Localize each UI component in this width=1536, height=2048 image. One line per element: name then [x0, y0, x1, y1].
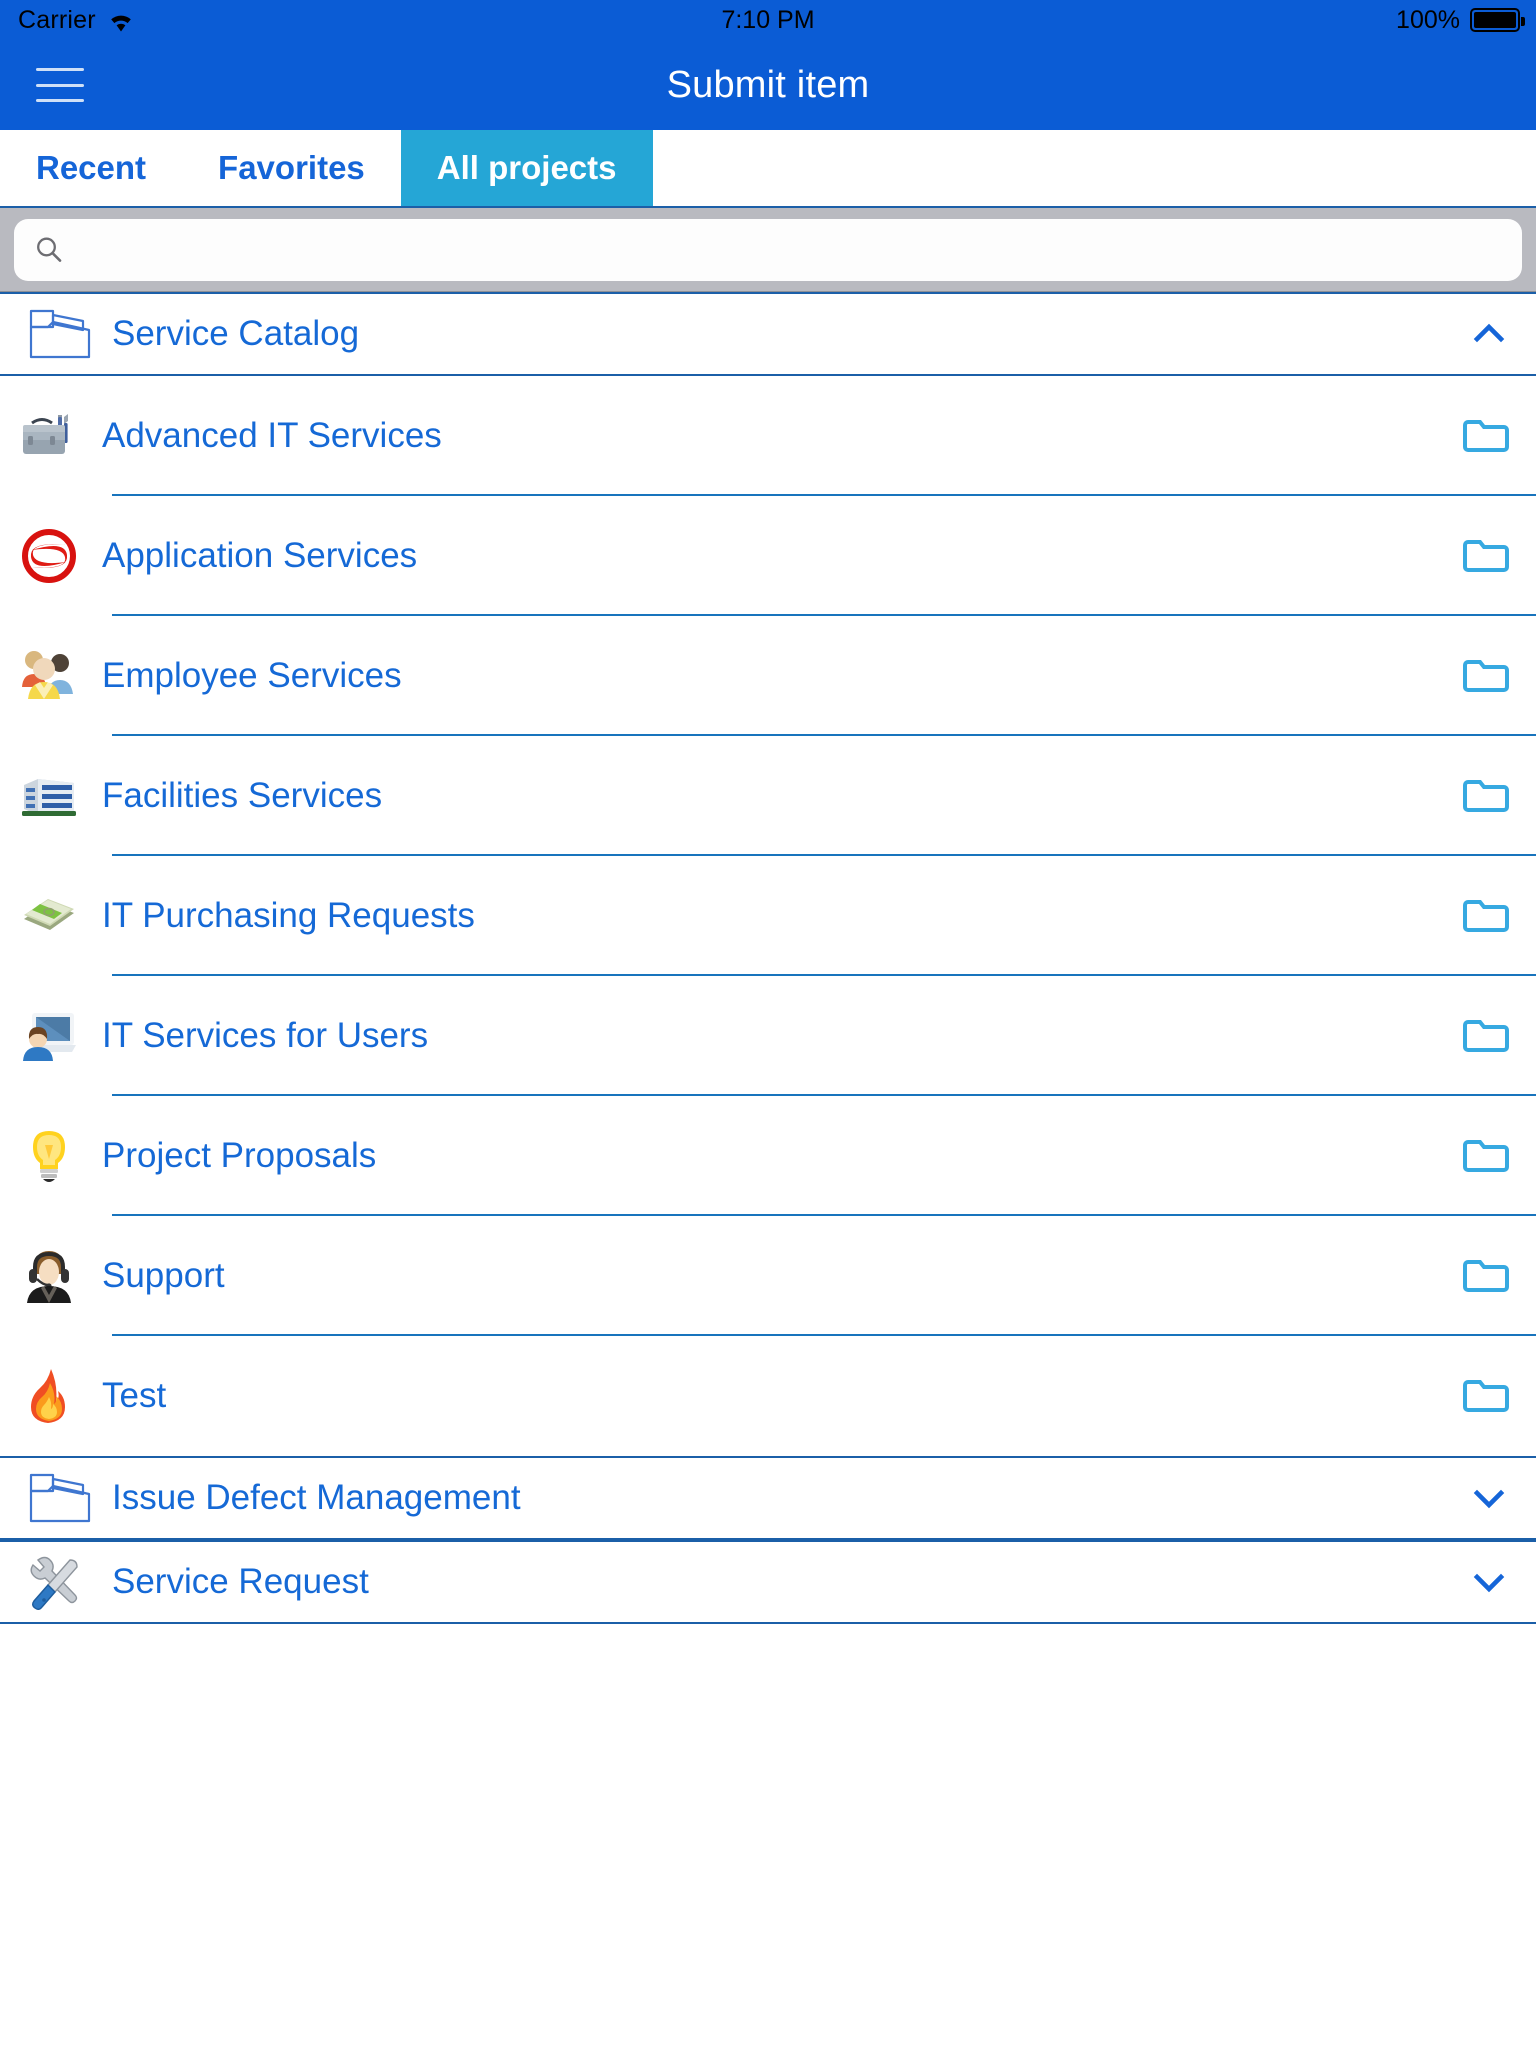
list-item[interactable]: Facilities Services — [0, 736, 1536, 856]
content-empty-area — [0, 1624, 1536, 1972]
list-item[interactable]: IT Services for Users — [0, 976, 1536, 1096]
list-item[interactable]: IT Purchasing Requests — [0, 856, 1536, 976]
group-header-issue-defect-management[interactable]: Issue Defect Management — [0, 1456, 1536, 1540]
group-label: Service Request — [112, 1562, 369, 1601]
list-item[interactable]: Support — [0, 1216, 1536, 1336]
status-bar: Carrier 7:10 PM 100% — [0, 0, 1536, 40]
folder-icon[interactable] — [1462, 1376, 1510, 1416]
group-children-service-catalog: Advanced IT Services Application Service… — [0, 376, 1536, 1456]
list-item-label: IT Services for Users — [102, 1016, 429, 1055]
lightbulb-icon — [18, 1125, 80, 1187]
list-item[interactable]: Advanced IT Services — [0, 376, 1536, 496]
office-building-icon — [18, 765, 80, 827]
tab-all-projects[interactable]: All projects — [400, 130, 653, 206]
folder-icon[interactable] — [1462, 1256, 1510, 1296]
chevron-down-icon[interactable] — [1468, 1477, 1510, 1519]
tab-bar: Recent Favorites All projects — [0, 130, 1536, 208]
page-title: Submit item — [666, 63, 870, 106]
list-item[interactable]: Employee Services — [0, 616, 1536, 736]
search-icon — [34, 235, 64, 265]
red-swirl-logo-icon — [18, 525, 80, 587]
open-folder-outline-icon — [26, 1470, 98, 1526]
group-header-service-catalog[interactable]: Service Catalog — [0, 292, 1536, 376]
search-box[interactable] — [14, 218, 1522, 281]
list-item-label: Application Services — [102, 536, 418, 575]
chevron-up-icon[interactable] — [1468, 313, 1510, 355]
hamburger-menu-icon[interactable] — [36, 68, 84, 102]
group-label: Service Catalog — [112, 314, 360, 353]
folder-icon[interactable] — [1462, 776, 1510, 816]
flame-icon — [18, 1365, 80, 1427]
list-item[interactable]: Test — [0, 1336, 1536, 1456]
navigation-bar: Submit item — [0, 40, 1536, 130]
folder-icon[interactable] — [1462, 416, 1510, 456]
battery-full-icon — [1470, 8, 1525, 32]
list-item-label: Test — [102, 1376, 167, 1415]
list-item-label: Advanced IT Services — [102, 416, 442, 455]
people-group-icon — [18, 645, 80, 707]
money-stack-icon — [18, 885, 80, 947]
computer-user-icon — [18, 1005, 80, 1067]
tab-bar-filler — [652, 130, 1536, 206]
headset-agent-icon — [18, 1245, 80, 1307]
list-item-label: Facilities Services — [102, 776, 383, 815]
status-bar-right: 100% — [1396, 5, 1525, 35]
folder-icon[interactable] — [1462, 536, 1510, 576]
tab-recent[interactable]: Recent — [0, 130, 183, 206]
app-screen: Carrier 7:10 PM 100% Submit item Recent … — [0, 0, 1536, 2048]
toolbox-icon — [18, 405, 80, 467]
open-folder-outline-icon — [26, 306, 98, 362]
list-item-label: Support — [102, 1256, 225, 1295]
clock-label: 7:10 PM — [721, 5, 815, 34]
folder-icon[interactable] — [1462, 1136, 1510, 1176]
folder-icon[interactable] — [1462, 1016, 1510, 1056]
folder-icon[interactable] — [1462, 896, 1510, 936]
wrench-screwdriver-icon — [26, 1554, 98, 1610]
list-item-label: IT Purchasing Requests — [102, 896, 475, 935]
battery-percent-label: 100% — [1396, 5, 1460, 34]
group-label: Issue Defect Management — [112, 1478, 521, 1517]
search-bar-container — [0, 208, 1536, 292]
search-input[interactable] — [80, 232, 1502, 267]
chevron-down-icon[interactable] — [1468, 1561, 1510, 1603]
folder-icon[interactable] — [1462, 656, 1510, 696]
list-item[interactable]: Project Proposals — [0, 1096, 1536, 1216]
list-item-label: Project Proposals — [102, 1136, 377, 1175]
group-header-service-request[interactable]: Service Request — [0, 1540, 1536, 1624]
tab-favorites[interactable]: Favorites — [182, 130, 401, 206]
list-item[interactable]: Application Services — [0, 496, 1536, 616]
list-item-label: Employee Services — [102, 656, 402, 695]
